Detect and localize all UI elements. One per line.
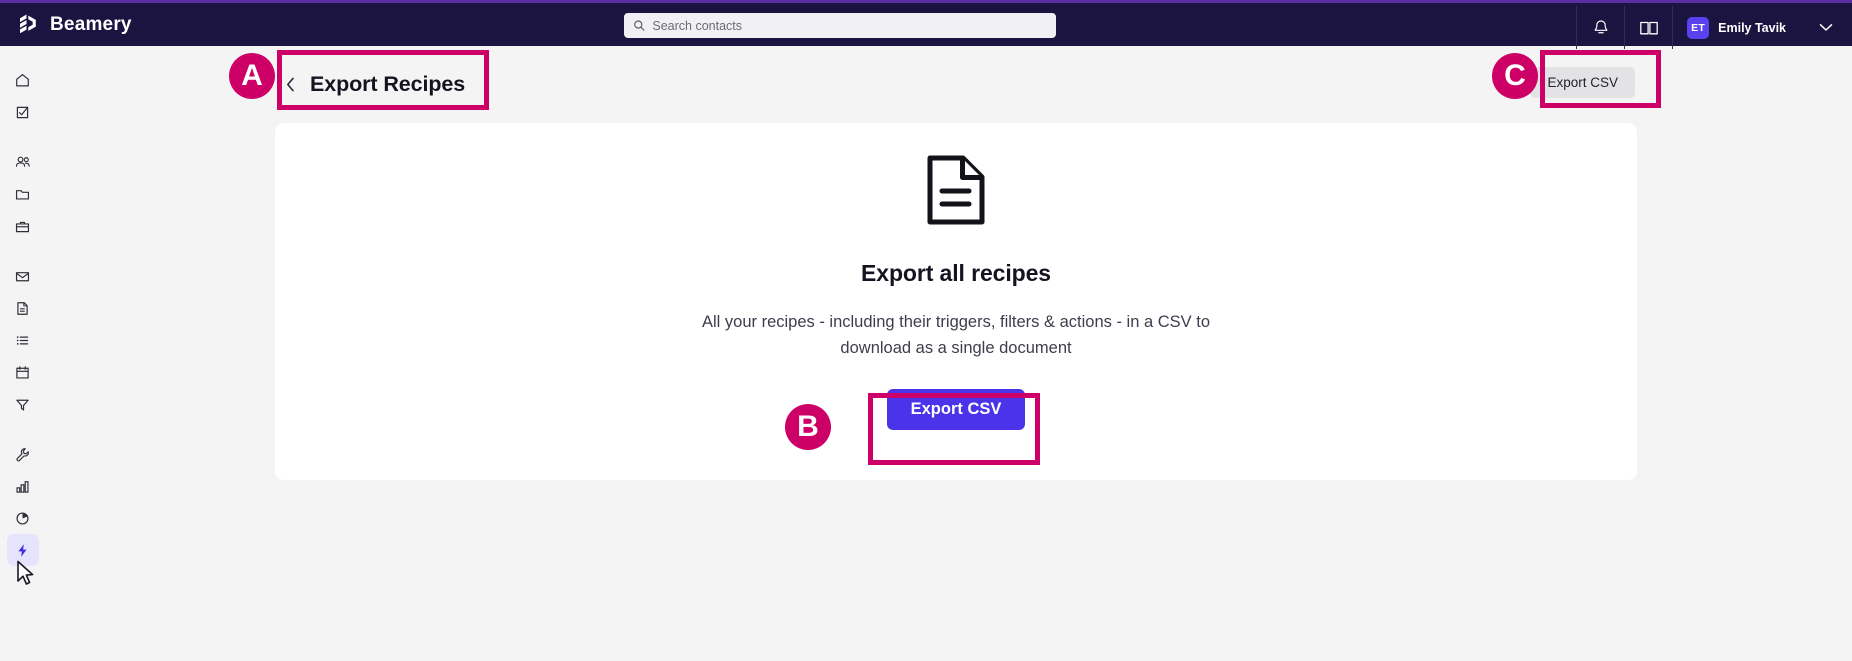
search-icon: [634, 20, 645, 31]
sidebar-item-messages[interactable]: [7, 260, 39, 292]
card-export-csv-button[interactable]: Export CSV: [886, 389, 1026, 430]
home-icon: [16, 73, 29, 86]
calendar-icon: [16, 365, 29, 379]
user-menu[interactable]: ET Emily Tavik: [1673, 6, 1800, 49]
avatar: ET: [1687, 16, 1710, 39]
search-input[interactable]: [652, 13, 1047, 38]
annotation-badge-a: A: [229, 53, 275, 99]
lightning-bolt-icon: [18, 543, 27, 557]
card-heading: Export all recipes: [861, 260, 1051, 286]
sidebar-item-filters[interactable]: [7, 388, 39, 420]
sidebar-item-reports[interactable]: [7, 470, 39, 502]
sidebar-item-automations[interactable]: [6, 534, 39, 566]
book-icon: [1639, 21, 1658, 34]
sidebar: [0, 46, 45, 661]
sidebar-item-lists[interactable]: [7, 324, 39, 356]
brand[interactable]: Beamery: [15, 12, 132, 38]
briefcase-icon: [15, 221, 30, 232]
chevron-left-icon: [286, 77, 294, 92]
top-bar: Beamery ET Emily Tavik: [0, 0, 1852, 49]
funnel-icon: [16, 399, 29, 411]
document-icon: [17, 301, 28, 315]
page-header: Export Recipes Export CSV: [45, 46, 1852, 123]
pie-chart-icon: [16, 511, 29, 525]
sidebar-item-tasks[interactable]: [7, 96, 39, 128]
knowledge-base-button[interactable]: [1625, 6, 1672, 49]
search-box[interactable]: [624, 13, 1056, 38]
people-icon: [15, 156, 30, 167]
task-check-icon: [16, 106, 29, 118]
card-description: All your recipes - including their trigg…: [701, 313, 1211, 357]
topbar-right-group: ET Emily Tavik: [1576, 6, 1852, 49]
annotation-badge-c: C: [1492, 53, 1538, 99]
page-title-back: Export Recipes: [286, 72, 465, 97]
sidebar-item-jobs[interactable]: [7, 210, 39, 242]
brand-name: Beamery: [50, 13, 132, 35]
export-card: Export all recipes All your recipes - in…: [275, 123, 1637, 480]
header-export-csv-button[interactable]: Export CSV: [1530, 67, 1635, 98]
notifications-button[interactable]: [1577, 6, 1624, 49]
sidebar-item-settings[interactable]: [7, 438, 39, 470]
wrench-icon: [16, 447, 29, 461]
list-icon: [16, 335, 29, 345]
folder-icon: [15, 189, 30, 200]
user-menu-caret[interactable]: [1800, 6, 1852, 49]
document-lines-icon: [927, 155, 985, 225]
bell-icon: [1594, 19, 1608, 33]
sidebar-item-calendar[interactable]: [7, 356, 39, 388]
mail-icon: [15, 271, 30, 281]
sidebar-item-pages[interactable]: [7, 292, 39, 324]
sidebar-item-analytics[interactable]: [7, 502, 39, 534]
page-title: Export Recipes: [310, 72, 466, 96]
sidebar-item-home[interactable]: [7, 64, 39, 96]
annotation-badge-b: B: [785, 404, 831, 450]
bar-chart-icon: [16, 480, 29, 493]
back-button[interactable]: [286, 77, 295, 92]
sidebar-item-projects[interactable]: [7, 178, 39, 210]
card-document-icon-wrap: [925, 154, 987, 231]
chevron-down-icon: [1819, 24, 1833, 31]
beamery-hexagon-logo-icon: [20, 14, 36, 33]
sidebar-item-contacts[interactable]: [7, 146, 39, 178]
user-name: Emily Tavik: [1718, 20, 1786, 35]
